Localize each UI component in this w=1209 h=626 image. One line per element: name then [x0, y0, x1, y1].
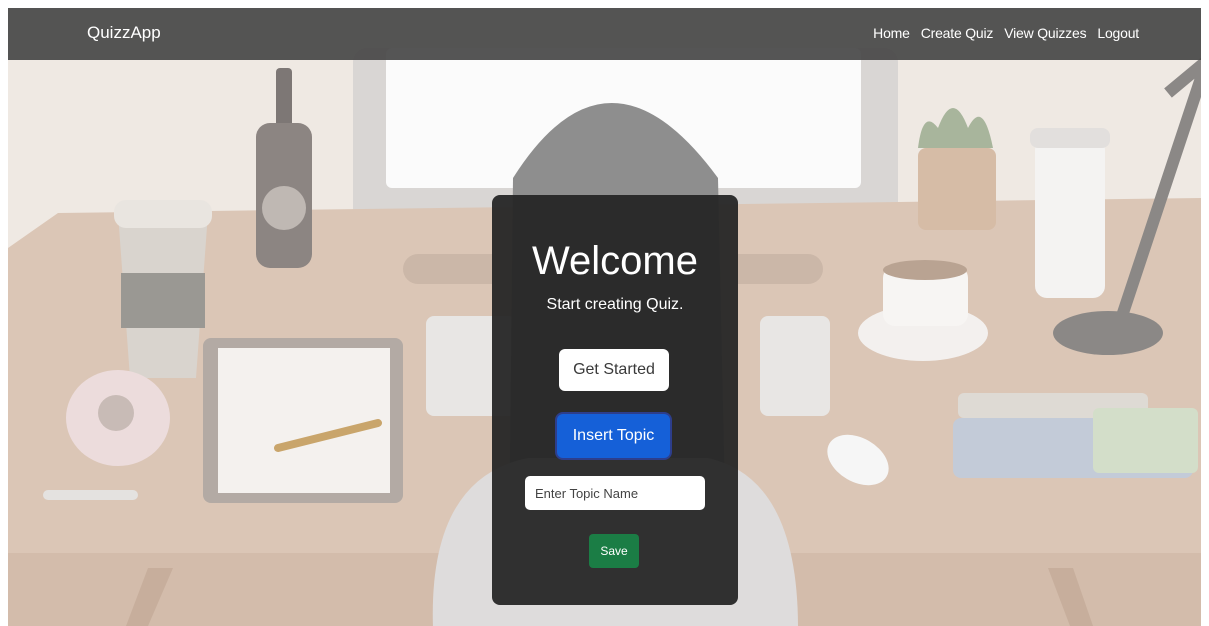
top-navbar: QuizzApp Home Create Quiz View Quizzes L…	[8, 8, 1201, 60]
welcome-heading: Welcome	[532, 239, 698, 283]
nav-home-link[interactable]: Home	[873, 25, 910, 41]
brand-link[interactable]: QuizzApp	[87, 23, 161, 43]
nav-view-quizzes-link[interactable]: View Quizzes	[1004, 25, 1086, 41]
nav-logout-link[interactable]: Logout	[1097, 25, 1139, 41]
get-started-button[interactable]: Get Started	[559, 349, 669, 391]
insert-topic-button[interactable]: Insert Topic	[555, 412, 672, 460]
app-window: QuizzApp Home Create Quiz View Quizzes L…	[8, 8, 1201, 626]
welcome-subtitle: Start creating Quiz.	[546, 296, 684, 313]
save-button[interactable]: Save	[589, 534, 639, 568]
nav-create-quiz-link[interactable]: Create Quiz	[921, 25, 994, 41]
topic-name-input[interactable]	[525, 476, 705, 510]
nav-links: Home Create Quiz View Quizzes Logout	[873, 25, 1139, 41]
welcome-card: Welcome Start creating Quiz. Get Started…	[492, 195, 738, 605]
